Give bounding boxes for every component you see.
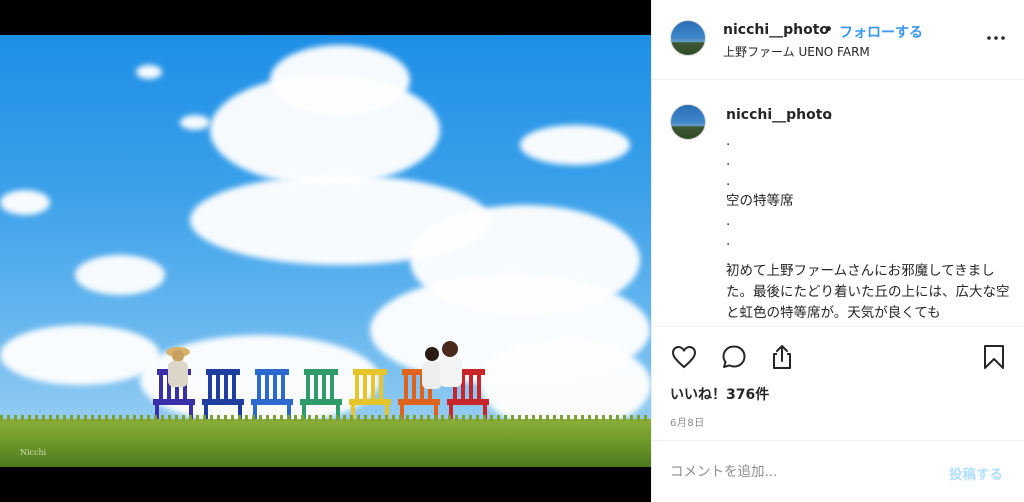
person-right-1 (422, 347, 442, 389)
follow-button[interactable]: フォローする (839, 22, 923, 42)
heart-icon[interactable] (670, 343, 698, 371)
header-separator: • (824, 22, 833, 38)
chairs-illustration (153, 341, 489, 433)
caption-lines: . . . 空の特等席 . . . (726, 131, 1011, 271)
share-icon[interactable] (768, 343, 796, 371)
comment-icon[interactable] (720, 343, 748, 371)
post-photo[interactable]: Nicchi (0, 35, 651, 467)
caption-first-line: . (828, 107, 833, 123)
post-comment-button[interactable]: 投稿する (949, 463, 1003, 483)
caption-line: 空の特等席 (726, 193, 794, 209)
action-bar (652, 337, 1024, 377)
post-media: Nicchi (0, 0, 651, 502)
likes-count[interactable]: いいね！376件 (670, 384, 769, 404)
header-username[interactable]: nicchi__photo (723, 22, 829, 38)
post-date[interactable]: 6月8日 (670, 414, 705, 429)
caption-section: nicchi__photo . . . . 空の特等席 . . . 初めて上野フ… (652, 81, 1024, 327)
bookmark-icon[interactable] (980, 343, 1008, 371)
more-options-icon[interactable] (984, 26, 1008, 50)
caption-line: . (726, 133, 731, 149)
caption-paragraph: 初めて上野ファームさんにお邪魔してきました。最後にたどり着いた丘の上には、広大な… (726, 263, 1010, 321)
post-side-panel: nicchi__photo • フォローする 上野ファーム UENO FARM … (651, 0, 1024, 502)
caption-line: . (726, 173, 731, 189)
caption-line: . (726, 213, 731, 229)
caption-line: . (726, 153, 731, 169)
person-left (166, 347, 190, 387)
caption-line: . (726, 233, 731, 249)
location-link[interactable]: 上野ファーム UENO FARM (723, 43, 870, 60)
avatar[interactable] (670, 20, 706, 56)
photo-watermark: Nicchi (20, 448, 47, 457)
comment-bar: 投稿する (652, 440, 1024, 502)
caption-avatar[interactable] (670, 104, 706, 140)
caption-username[interactable]: nicchi__photo (726, 107, 832, 123)
post-header: nicchi__photo • フォローする 上野ファーム UENO FARM (652, 0, 1024, 80)
comment-input[interactable] (670, 461, 930, 483)
person-right-2 (440, 341, 462, 387)
grass-hill (0, 415, 651, 467)
